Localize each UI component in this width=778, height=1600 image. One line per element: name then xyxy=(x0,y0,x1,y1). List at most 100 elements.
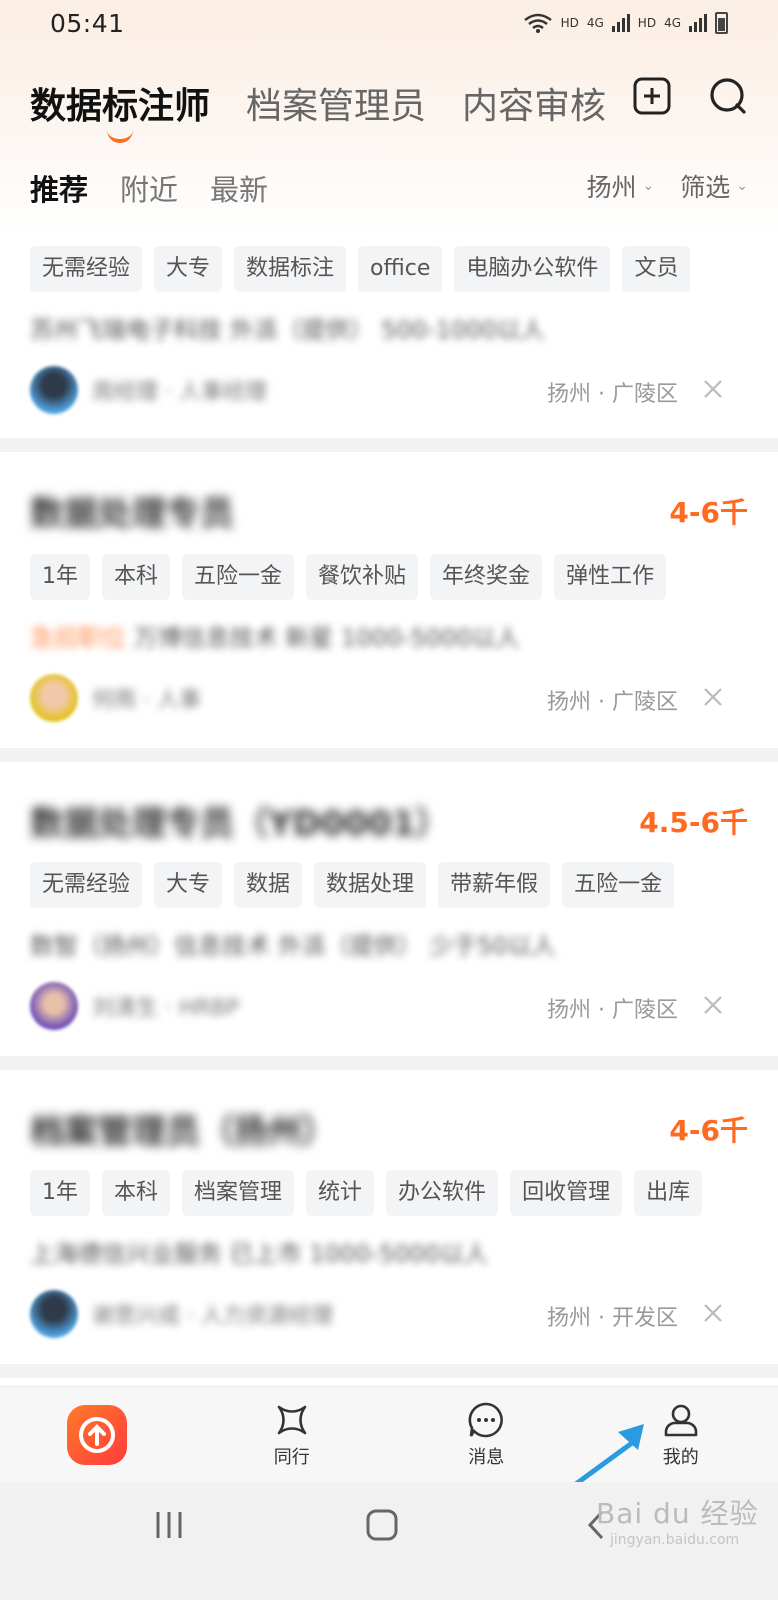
wifi-icon xyxy=(523,13,552,33)
job-category-tabs: 数据标注师 档案管理员 内容审核 xyxy=(30,68,748,143)
chevron-down-icon: ⌄ xyxy=(642,178,655,194)
job-tag: 年终奖金 xyxy=(430,554,543,600)
job-tag: 弹性工作 xyxy=(554,554,667,600)
signal-icon-2 xyxy=(689,14,707,32)
peers-icon xyxy=(277,1405,307,1434)
nav-mine-label: 我的 xyxy=(662,1446,699,1468)
tab-content-review[interactable]: 内容审核 xyxy=(462,77,606,129)
search-icon[interactable] xyxy=(708,76,748,116)
nav-home[interactable] xyxy=(0,1404,195,1465)
recruiter: 谢思兴成 · 人力资源经理 xyxy=(30,1290,333,1338)
tab-recommended[interactable]: 推荐 xyxy=(30,167,88,209)
avatar xyxy=(30,1290,78,1338)
job-title: 数据处理专员 xyxy=(30,494,234,534)
job-tag: 大专 xyxy=(154,862,223,908)
job-tag: 大专 xyxy=(154,246,223,292)
tab-latest[interactable]: 最新 xyxy=(210,167,268,209)
job-salary: 4-6千 xyxy=(669,1113,748,1147)
job-tag: 餐饮补贴 xyxy=(306,554,419,600)
tag-list: 无需经验 大专 数据 数据处理 带薪年假 五险一金 xyxy=(30,862,758,908)
recruiter-name: 谢思兴成 · 人力资源经理 xyxy=(92,1304,333,1329)
tab-nearby[interactable]: 附近 xyxy=(120,167,178,209)
close-icon[interactable] xyxy=(700,376,726,402)
home-icon[interactable] xyxy=(364,1507,400,1543)
city-filter[interactable]: 扬州 ⌄ xyxy=(587,168,655,204)
job-salary: 4.5-6千 xyxy=(639,805,748,839)
gen-label-1: 4G xyxy=(586,16,604,30)
app-logo-icon xyxy=(67,1404,128,1465)
battery-icon xyxy=(715,12,728,34)
recruiter: 何雨 · 人事 xyxy=(30,674,201,722)
filters: 扬州 ⌄ 筛选 ⌄ xyxy=(587,168,749,204)
watermark-url: jingyan.baidu.com xyxy=(610,1532,740,1548)
job-title: 数据处理专员（YD0001） xyxy=(30,804,450,844)
job-title: 档案管理员（扬州） xyxy=(30,1112,336,1152)
company-info: 苏州飞瑞电子科技 外派（提供） 500-1000以人 xyxy=(30,316,545,344)
job-location: 扬州 · 开发区 xyxy=(547,1306,678,1331)
network-label-1: HD xyxy=(560,16,579,30)
job-tag: 带薪年假 xyxy=(438,862,551,908)
upload-arrow-icon xyxy=(79,1416,116,1453)
message-icon xyxy=(468,1402,504,1437)
job-tag: 无需经验 xyxy=(30,246,143,292)
job-tag: 1年 xyxy=(30,1170,90,1216)
city-filter-label: 扬州 xyxy=(586,173,637,202)
close-icon[interactable] xyxy=(700,1300,726,1326)
job-tag: 统计 xyxy=(306,1170,375,1216)
nav-messages-label: 消息 xyxy=(468,1446,505,1468)
job-tag: 文员 xyxy=(622,246,691,292)
job-tag: 数据标注 xyxy=(234,246,347,292)
job-location: 扬州 · 广陵区 xyxy=(547,382,678,407)
company-text: 万博信息技术 新星 1000-5000以人 xyxy=(133,624,520,652)
job-tag: 数据 xyxy=(234,862,303,908)
tab-data-annotator[interactable]: 数据标注师 xyxy=(30,77,210,143)
nav-peers[interactable]: 同行 xyxy=(195,1401,390,1469)
recruiter-name: 刘清生 · HRBP xyxy=(92,996,240,1021)
company-info: 急招职位 万博信息技术 新星 1000-5000以人 xyxy=(30,618,520,653)
status-bar: 05:41 HD 4G HD 4G xyxy=(0,0,778,46)
job-tag: 五险一金 xyxy=(562,862,675,908)
recent-apps-icon[interactable] xyxy=(152,1508,186,1542)
job-tag: 本科 xyxy=(102,554,171,600)
job-tag: 档案管理 xyxy=(182,1170,295,1216)
job-tag: 出库 xyxy=(634,1170,703,1216)
job-card[interactable]: 数据处理专员（YD0001） 4.5-6千 无需经验 大专 数据 数据处理 带薪… xyxy=(0,762,778,1056)
job-card[interactable]: 数据处理专员 4-6千 1年 本科 五险一金 餐饮补贴 年终奖金 弹性工作 急招… xyxy=(0,452,778,748)
recruiter: 周经理 · 人事经理 xyxy=(30,366,267,414)
tag-list: 1年 本科 档案管理 统计 办公软件 回收管理 出库 xyxy=(30,1170,758,1216)
job-card[interactable]: 档案管理员（扬州） 4-6千 1年 本科 档案管理 统计 办公软件 回收管理 出… xyxy=(0,1070,778,1364)
job-tag: 本科 xyxy=(102,1170,171,1216)
tag-list: 无需经验 大专 数据标注 office 电脑办公软件 文员 xyxy=(30,246,758,292)
job-tag: 数据处理 xyxy=(314,862,427,908)
gen-label-2: 4G xyxy=(664,16,681,30)
company-info: 数智（扬州）信息技术 外派（提供） 少于50以人 xyxy=(30,932,556,960)
watermark-brand: Bai du 经验 xyxy=(596,1497,759,1530)
company-info: 上海德信兴业服务 已上市 1000-5000以人 xyxy=(30,1240,489,1268)
job-tag: 无需经验 xyxy=(30,862,143,908)
avatar xyxy=(30,366,78,414)
job-card[interactable]: 无需经验 大专 数据标注 office 电脑办公软件 文员 苏州飞瑞电子科技 外… xyxy=(0,234,778,438)
network-label-2: HD xyxy=(637,16,657,30)
recruiter-name: 何雨 · 人事 xyxy=(92,688,201,713)
close-icon[interactable] xyxy=(700,992,726,1018)
job-tag: office xyxy=(358,246,443,292)
filter-dropdown-label: 筛选 xyxy=(680,173,731,202)
add-icon[interactable] xyxy=(632,76,672,116)
status-time: 05:41 xyxy=(50,8,125,38)
job-salary: 4-6千 xyxy=(669,495,748,529)
status-icons: HD 4G HD 4G xyxy=(523,12,728,34)
job-tag: 办公软件 xyxy=(386,1170,499,1216)
job-location: 扬州 · 广陵区 xyxy=(547,998,678,1023)
job-tag: 1年 xyxy=(30,554,90,600)
filter-dropdown[interactable]: 筛选 ⌄ xyxy=(680,168,748,204)
signal-icon xyxy=(611,14,630,32)
job-title-row: 数据处理专员 4-6千 xyxy=(30,486,748,535)
job-tag: 回收管理 xyxy=(510,1170,623,1216)
close-icon[interactable] xyxy=(700,684,726,710)
company-highlight-tag: 急招职位 xyxy=(30,624,126,652)
job-title-row: 数据处理专员（YD0001） 4.5-6千 xyxy=(30,796,748,845)
job-card[interactable] xyxy=(0,1378,778,1386)
sort-tabs: 推荐 附近 最新 扬州 ⌄ 筛选 ⌄ xyxy=(30,160,748,216)
job-location: 扬州 · 广陵区 xyxy=(547,690,678,715)
tab-archive-manager[interactable]: 档案管理员 xyxy=(246,77,426,129)
